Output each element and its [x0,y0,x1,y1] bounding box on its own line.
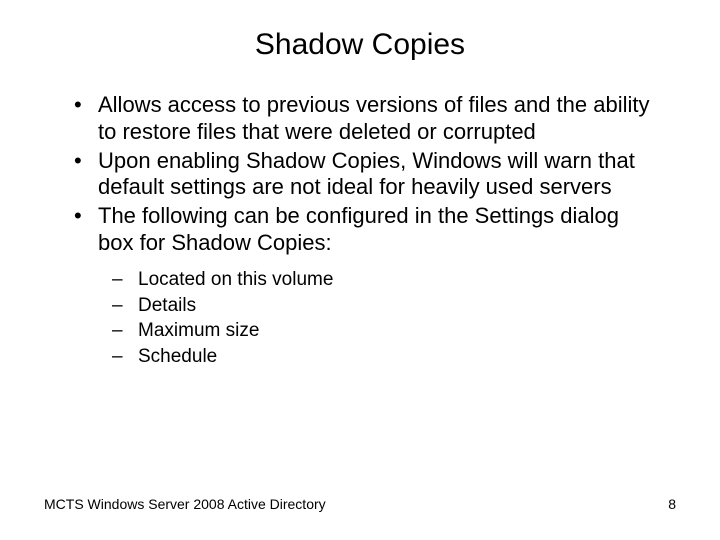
sub-bullet-list: Located on this volume Details Maximum s… [70,259,660,370]
sub-bullet-item: Details [108,293,660,319]
slide-title: Shadow Copies [0,0,720,92]
slide-footer: MCTS Windows Server 2008 Active Director… [44,496,676,512]
bullet-item: Upon enabling Shadow Copies, Windows wil… [70,148,660,202]
bullet-list: Allows access to previous versions of fi… [70,92,660,257]
sub-bullet-item: Located on this volume [108,267,660,293]
page-number: 8 [668,496,676,512]
bullet-item: Allows access to previous versions of fi… [70,92,660,146]
bullet-item: The following can be configured in the S… [70,203,660,257]
sub-bullet-item: Maximum size [108,318,660,344]
footer-text: MCTS Windows Server 2008 Active Director… [44,496,326,512]
slide-content: Allows access to previous versions of fi… [0,92,720,370]
sub-bullet-item: Schedule [108,344,660,370]
